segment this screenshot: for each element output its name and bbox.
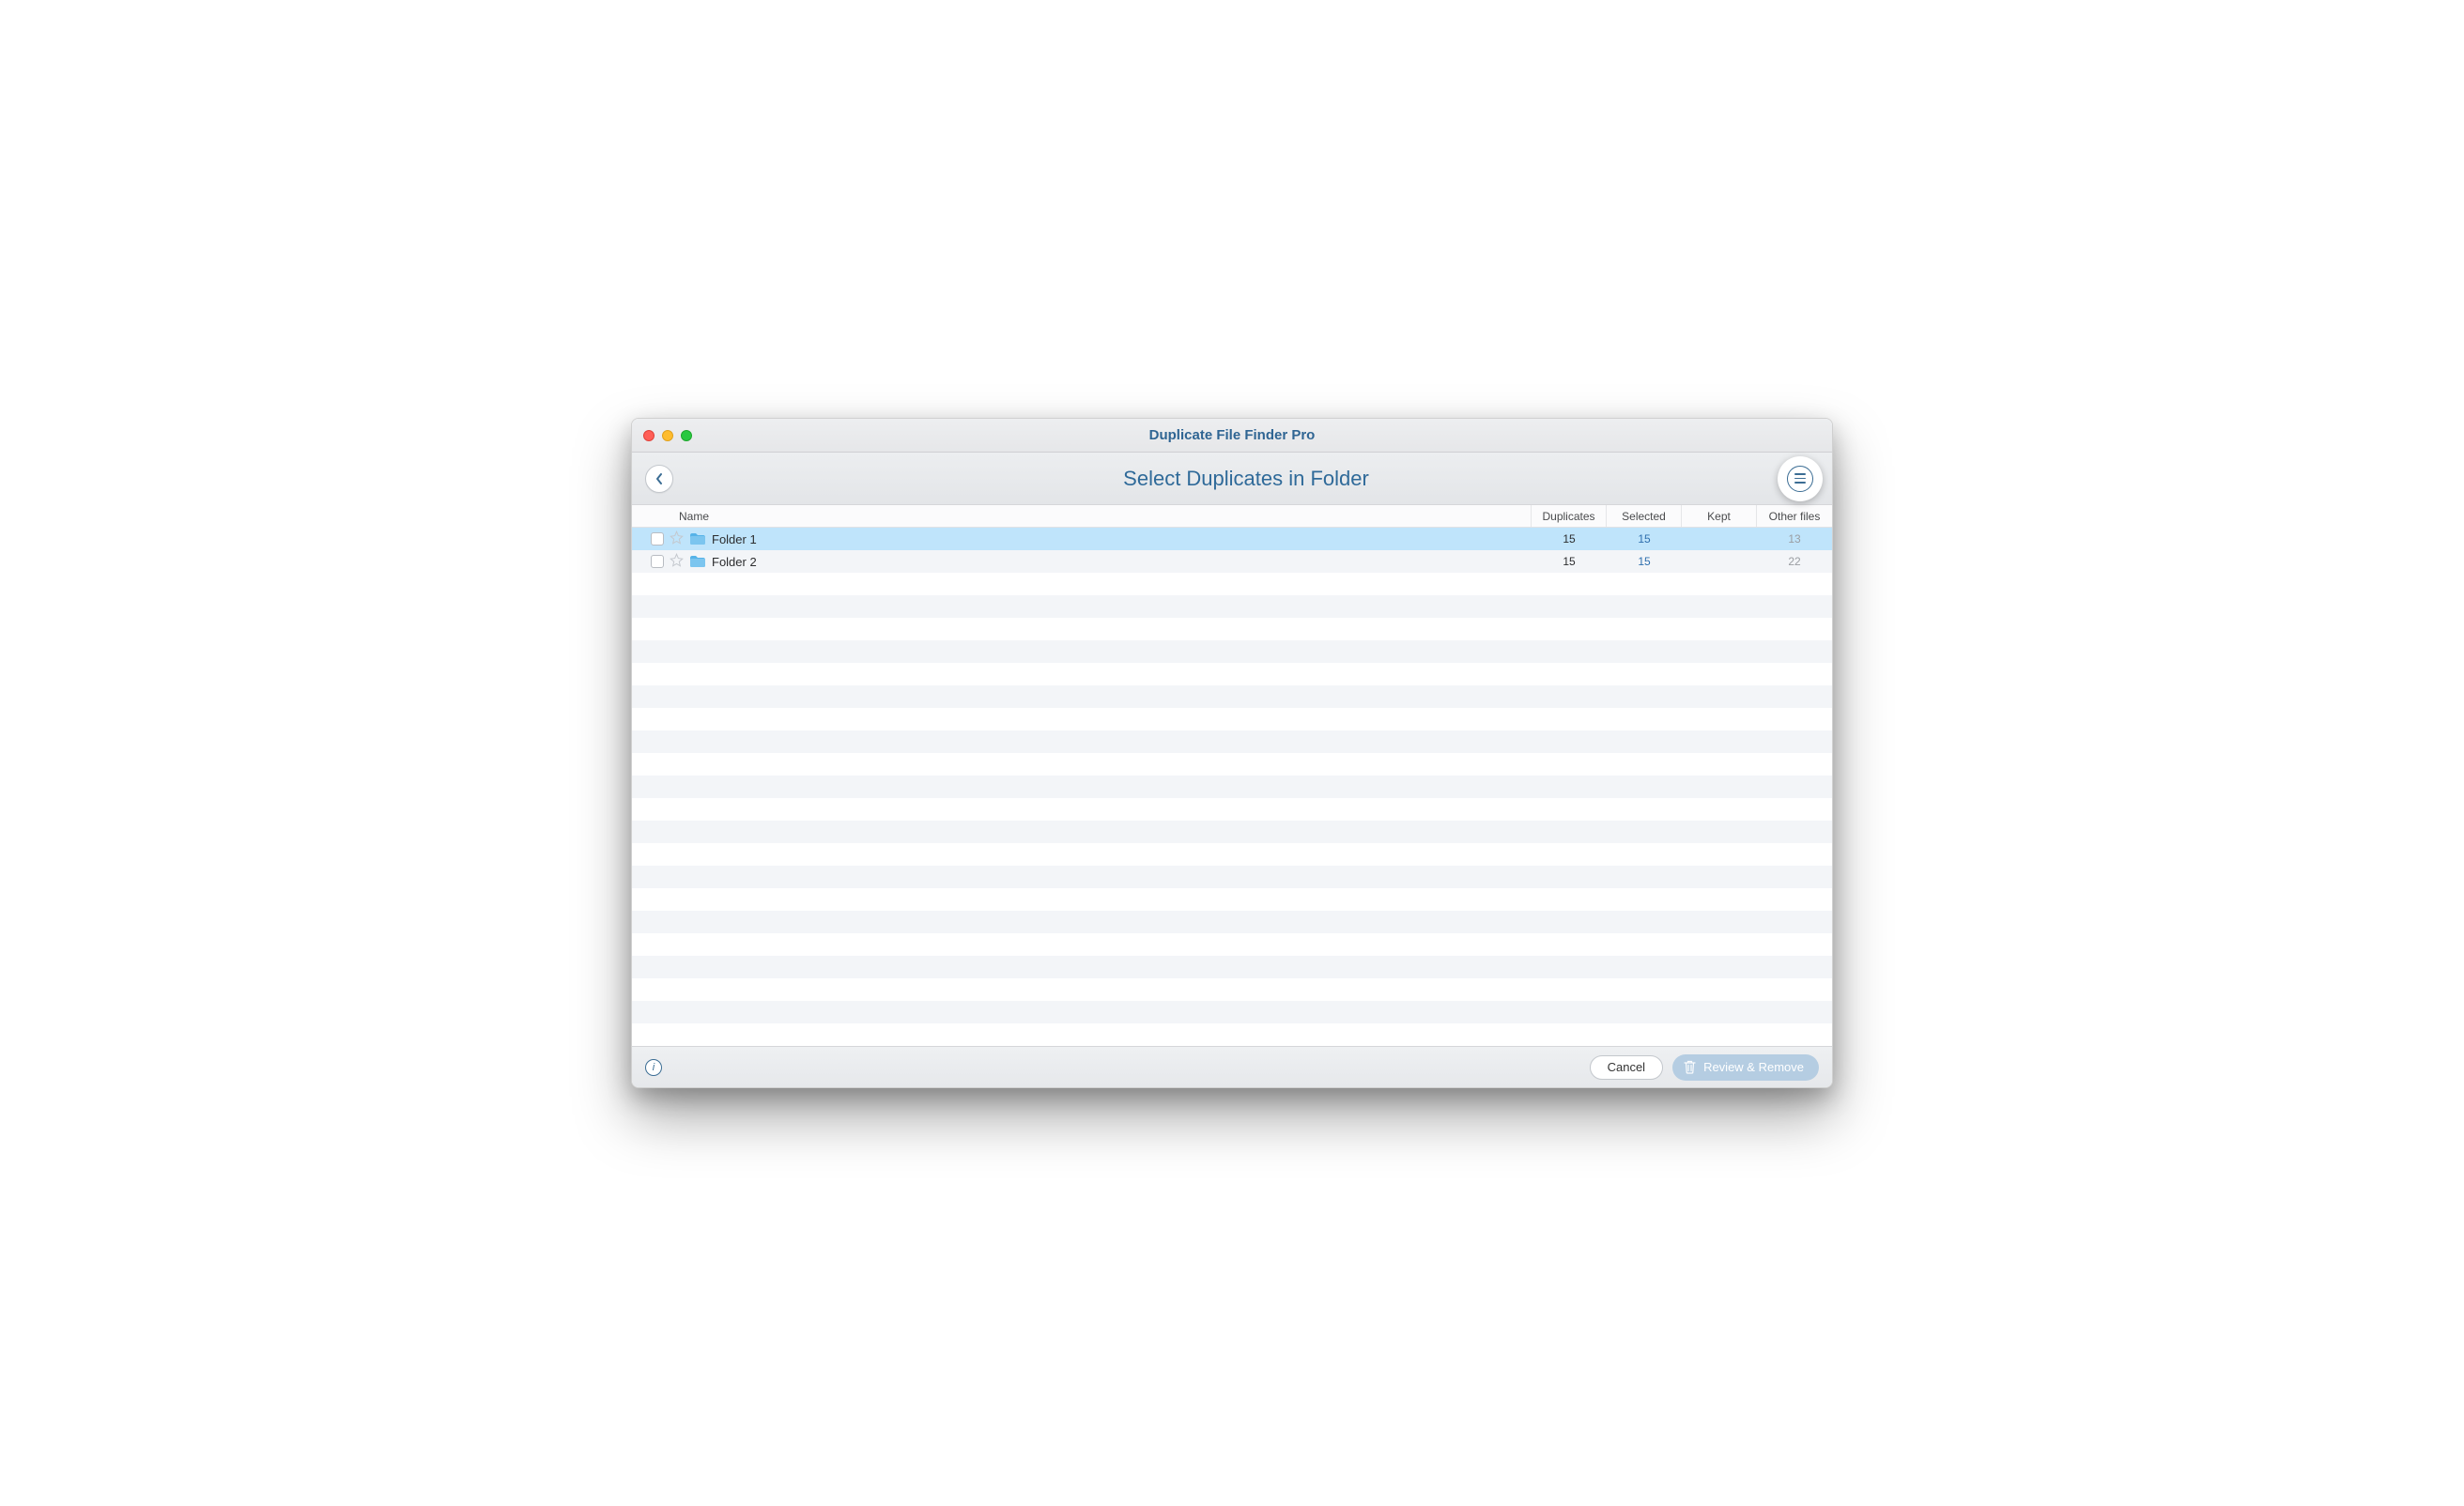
column-header-other[interactable]: Other files [1757,505,1832,527]
empty-row [632,1001,1832,1023]
trash-icon [1684,1060,1696,1074]
column-header-duplicates[interactable]: Duplicates [1532,505,1607,527]
review-remove-button[interactable]: Review & Remove [1672,1054,1819,1081]
empty-row [632,911,1832,933]
chevron-left-icon [654,472,664,485]
star-icon[interactable] [670,530,684,547]
cancel-button[interactable]: Cancel [1590,1055,1663,1080]
empty-row [632,753,1832,776]
star-icon[interactable] [670,553,684,570]
empty-row [632,618,1832,640]
row-other: 22 [1757,555,1832,568]
hamburger-icon [1794,473,1806,484]
empty-row [632,640,1832,663]
column-header-kept[interactable]: Kept [1682,505,1757,527]
toolbar: Select Duplicates in Folder [632,453,1832,505]
folder-icon [689,555,706,568]
minimize-window-button[interactable] [662,430,673,441]
row-name: Folder 2 [712,555,757,569]
empty-row [632,798,1832,821]
window-controls [643,430,692,441]
app-window: Duplicate File Finder Pro Select Duplica… [631,418,1833,1088]
page-title: Select Duplicates in Folder [673,467,1819,491]
review-remove-label: Review & Remove [1703,1060,1804,1074]
footer: i Cancel Review & Remove [632,1046,1832,1087]
table-header: Name Duplicates Selected Kept Other file… [632,505,1832,528]
info-button[interactable]: i [645,1059,662,1076]
empty-row [632,956,1832,978]
empty-row [632,978,1832,1001]
column-header-name[interactable]: Name [632,505,1532,527]
menu-button-highlight [1778,456,1823,501]
row-selected: 15 [1607,555,1682,568]
row-other: 13 [1757,532,1832,546]
menu-button[interactable] [1787,466,1813,492]
maximize-window-button[interactable] [681,430,692,441]
table-body: Folder 1 15 15 13 Folder 2 15 15 22 [632,528,1832,1046]
empty-row [632,888,1832,911]
app-title: Duplicate File Finder Pro [643,427,1821,443]
empty-row [632,1023,1832,1046]
empty-row [632,685,1832,708]
table-row[interactable]: Folder 2 15 15 22 [632,550,1832,573]
back-button[interactable] [645,465,673,493]
table-row[interactable]: Folder 1 15 15 13 [632,528,1832,550]
empty-row [632,776,1832,798]
row-name: Folder 1 [712,532,757,546]
empty-row [632,595,1832,618]
empty-row [632,933,1832,956]
empty-row [632,708,1832,730]
column-header-selected[interactable]: Selected [1607,505,1682,527]
empty-row [632,843,1832,866]
info-icon: i [653,1062,654,1073]
empty-row [632,821,1832,843]
empty-row [632,573,1832,595]
empty-row [632,730,1832,753]
titlebar: Duplicate File Finder Pro [632,419,1832,453]
empty-row [632,663,1832,685]
row-duplicates: 15 [1532,555,1607,568]
row-checkbox[interactable] [651,555,664,568]
empty-row [632,866,1832,888]
row-selected: 15 [1607,532,1682,546]
row-checkbox[interactable] [651,532,664,546]
folder-icon [689,532,706,546]
close-window-button[interactable] [643,430,654,441]
row-duplicates: 15 [1532,532,1607,546]
